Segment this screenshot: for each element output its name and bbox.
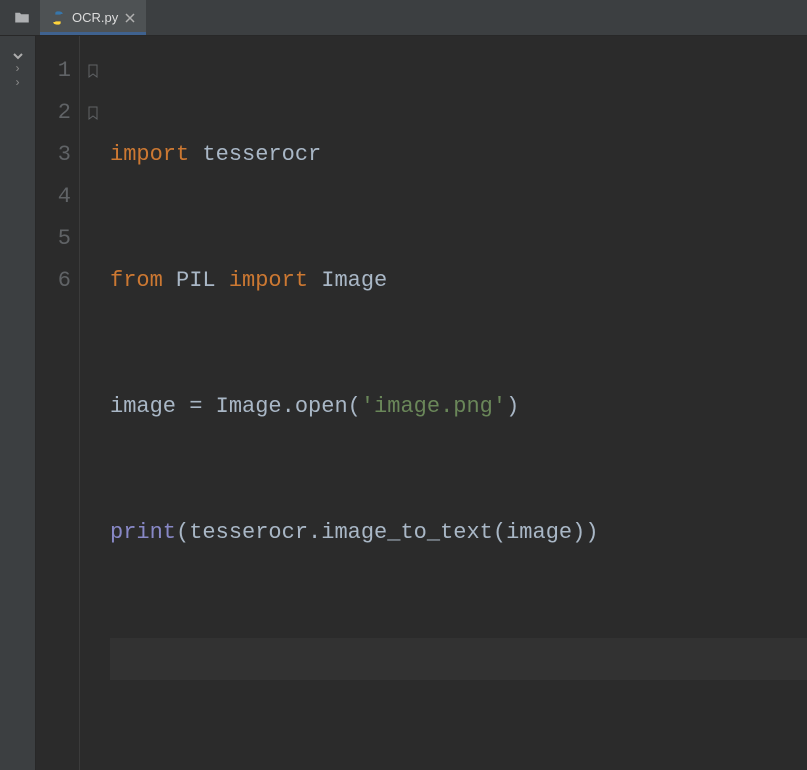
line-number: 4 bbox=[36, 176, 71, 218]
project-files-tab[interactable] bbox=[4, 0, 40, 35]
editor-tabbar: OCR.py bbox=[0, 0, 807, 36]
line-number-gutter: 1 2 3 4 5 6 bbox=[36, 36, 80, 770]
file-tab-ocr[interactable]: OCR.py bbox=[40, 0, 146, 35]
close-icon[interactable] bbox=[124, 12, 136, 24]
code-editor[interactable]: import tesserocr from PIL import Image i… bbox=[106, 36, 807, 770]
code-line bbox=[110, 764, 807, 770]
python-file-icon bbox=[50, 10, 66, 26]
line-number: 1 bbox=[36, 50, 71, 92]
line-number: 6 bbox=[36, 260, 71, 302]
code-line: import tesserocr bbox=[110, 134, 807, 176]
editor-area: OCR.py › › 1 2 3 4 5 6 import tesserocr … bbox=[0, 0, 807, 770]
folder-icon bbox=[13, 9, 31, 27]
line-number: 5 bbox=[36, 218, 71, 260]
fold-mark[interactable] bbox=[80, 92, 106, 134]
code-line: from PIL import Image bbox=[110, 260, 807, 302]
fold-gutter bbox=[80, 36, 106, 770]
line-number: 2 bbox=[36, 92, 71, 134]
code-line: print(tesserocr.image_to_text(image)) bbox=[110, 512, 807, 554]
editor-split: › › 1 2 3 4 5 6 import tesserocr from PI… bbox=[0, 36, 807, 770]
fold-mark[interactable] bbox=[80, 50, 106, 92]
code-line: image = Image.open('image.png') bbox=[110, 386, 807, 428]
line-number: 3 bbox=[36, 134, 71, 176]
file-tab-label: OCR.py bbox=[72, 10, 118, 25]
chevron-down-icon bbox=[12, 50, 24, 62]
project-collapse-gutter[interactable]: › › bbox=[0, 36, 36, 770]
code-line bbox=[110, 638, 807, 680]
